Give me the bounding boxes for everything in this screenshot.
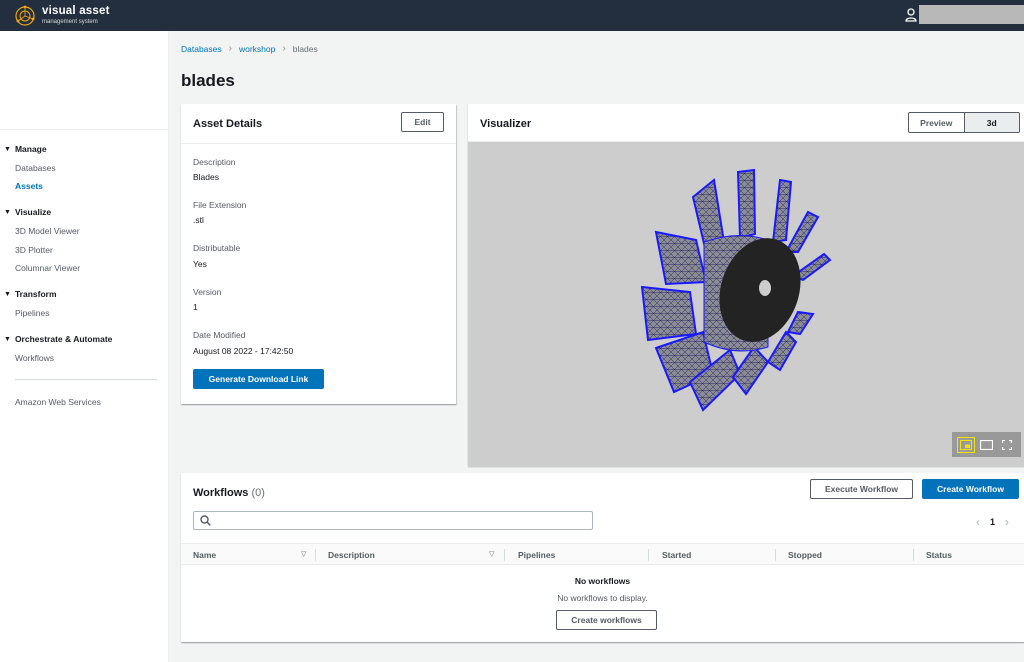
sidebar-divider [0,129,169,130]
chevron-right-icon: › [228,43,232,54]
column-divider [315,549,316,561]
sidebar-item-assets[interactable]: Assets [15,181,43,191]
field-label-file-extension: File Extension [193,200,247,210]
caret-down-icon: ▼ [4,335,11,343]
asset-details-card: Asset Details Edit Description Blades Fi… [181,104,456,404]
field-label-description: Description [193,157,236,167]
window-icon[interactable] [977,437,995,453]
column-header-name[interactable]: Name [193,550,216,560]
app-subtitle: management system [42,18,98,25]
edit-button[interactable]: Edit [401,112,444,132]
sidebar-item-workflows[interactable]: Workflows [15,353,54,363]
field-value-date-modified: August 08 2022 - 17:42:50 [193,346,294,356]
caret-down-icon: ▼ [4,208,11,216]
user-icon[interactable] [905,8,917,22]
column-divider [913,549,914,561]
sidebar-section-orchestrate[interactable]: ▼ Orchestrate & Automate [4,334,112,344]
breadcrumb-databases[interactable]: Databases [181,44,222,54]
page-title: blades [181,71,235,90]
sort-icon[interactable]: ▽ [489,550,494,558]
app-title: visual asset [42,5,110,18]
hub-hole [759,280,771,296]
breadcrumb: Databases › workshop › blades [181,43,318,54]
sidebar-section-transform[interactable]: ▼ Transform [4,289,57,299]
sidebar-section-visualize[interactable]: ▼ Visualize [4,207,51,217]
field-label-version: Version [193,287,222,297]
column-header-started: Started [662,550,692,560]
chevron-right-icon[interactable]: › [1005,515,1009,529]
sidebar-link-aws[interactable]: Amazon Web Services [15,397,101,407]
workflows-count: (0) [251,487,265,499]
card-header: Visualizer Preview 3d [468,104,1024,142]
sidebar-item-3d-model-viewer[interactable]: 3D Model Viewer [15,226,80,236]
workflows-title: Workflows (0) [193,487,265,499]
viewer-controls [952,432,1021,457]
empty-state-title: No workflows [574,576,631,586]
3d-viewer-canvas[interactable] [468,142,1024,467]
sidebar-item-3d-plotter[interactable]: 3D Plotter [15,245,53,255]
column-divider [504,549,505,561]
breadcrumb-workshop[interactable]: workshop [239,44,275,54]
create-workflows-button[interactable]: Create workflows [556,610,657,630]
picture-in-picture-icon[interactable] [957,436,976,453]
breadcrumb-current: blades [292,43,318,54]
generate-download-link-button[interactable]: Generate Download Link [193,369,324,389]
field-value-file-extension: .stl [193,215,204,225]
sidebar-item-databases[interactable]: Databases [15,163,56,173]
field-value-description: Blades [193,172,219,182]
column-header-description[interactable]: Description [328,550,375,560]
field-label-distributable: Distributable [193,243,241,253]
column-header-pipelines: Pipelines [518,550,556,560]
empty-state-message: No workflows to display. [557,593,648,603]
sidebar-item-pipelines[interactable]: Pipelines [15,308,50,318]
workflows-title-label: Workflows [193,487,249,499]
workflows-card: Workflows (0) Execute Workflow Create Wo… [181,473,1024,642]
asset-details-title: Asset Details [193,118,263,130]
sidebar-section-label: Manage [14,144,47,154]
execute-workflow-button[interactable]: Execute Workflow [810,479,913,499]
field-value-version: 1 [193,302,198,312]
sidebar: ▼ Manage Databases Assets ▼ Visualize 3D… [0,31,169,662]
column-divider [775,549,776,561]
chevron-left-icon[interactable]: ‹ [976,515,980,529]
column-header-stopped: Stopped [788,550,822,560]
pagination: ‹ 1 › [976,515,1009,529]
3d-mode-button[interactable]: 3d [963,113,1019,132]
chevron-right-icon: › [282,43,286,54]
search-icon [200,515,211,526]
sidebar-section-label: Visualize [14,207,52,217]
sidebar-section-label: Orchestrate & Automate [14,334,113,344]
field-value-distributable: Yes [193,259,207,269]
preview-mode-button[interactable]: Preview [909,113,964,132]
view-mode-toggle: Preview 3d [908,112,1020,133]
fullscreen-icon[interactable] [998,437,1016,453]
sidebar-divider [15,379,157,380]
page-number[interactable]: 1 [990,517,995,527]
sidebar-section-manage[interactable]: ▼ Manage [4,144,47,154]
top-navigation-bar: visual asset management system [0,0,1024,31]
create-workflow-button[interactable]: Create Workflow [922,479,1019,499]
logo-icon [15,5,35,26]
username-field[interactable] [919,5,1024,24]
sidebar-section-label: Transform [14,289,57,299]
card-header: Asset Details Edit [181,104,456,144]
visualizer-card: Visualizer Preview 3d [468,104,1024,467]
caret-down-icon: ▼ [4,290,11,298]
app-logo[interactable]: visual asset management system [14,5,110,27]
caret-down-icon: ▼ [4,145,11,153]
column-divider [648,549,649,561]
search-input[interactable] [193,511,593,530]
fan-blade-model [640,168,832,412]
table-header: Name ▽ Description ▽ Pipelines Started S… [181,543,1024,565]
sort-icon[interactable]: ▽ [301,550,306,558]
sidebar-item-columnar-viewer[interactable]: Columnar Viewer [15,263,80,273]
field-label-date-modified: Date Modified [193,330,246,340]
visualizer-title: Visualizer [480,118,532,130]
column-header-status: Status [926,550,952,560]
